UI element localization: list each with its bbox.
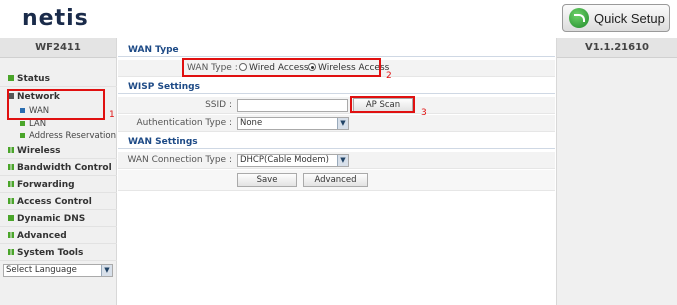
wan-connection-row: WAN Connection Type : DHCP(Cable Modem) … [118,152,555,169]
action-row: Save Advanced [118,170,555,191]
ssid-input[interactable] [237,99,348,112]
lan-icon [20,121,25,126]
sidebar-item-forwarding[interactable]: Forwarding [0,177,117,193]
language-select[interactable]: Select Language ▼ [3,264,113,277]
system-tools-icon [8,249,14,255]
dynamic-dns-icon [8,215,14,221]
sidebar-item-status[interactable]: Status [0,71,117,87]
wan-connection-select[interactable]: DHCP(Cable Modem) ▼ [237,154,349,167]
sidebar-item-lan[interactable]: LAN [20,119,46,130]
header: netis Quick Setup [0,0,677,38]
sidebar-item-advanced[interactable]: Advanced [0,228,117,244]
forwarding-icon [8,181,14,187]
sidebar: WF2411 Status Network WAN LAN Address Re… [0,38,117,305]
advanced-button[interactable]: Advanced [303,173,368,187]
annotation-1: 1 [109,110,115,120]
annotation-2: 2 [386,71,392,81]
quick-setup-icon [569,8,589,28]
sidebar-item-bandwidth-control[interactable]: Bandwidth Control [0,160,117,176]
quick-setup-button[interactable]: Quick Setup [562,4,670,32]
wisp-settings-title: WISP Settings [118,81,555,94]
wan-settings-title: WAN Settings [118,136,555,149]
access-control-icon [8,198,14,204]
sidebar-item-dynamic-dns[interactable]: Dynamic DNS [0,211,117,227]
auth-type-label: Authentication Type : [136,118,233,128]
auth-type-row: Authentication Type : None ▼ [118,115,555,132]
netis-logo: netis [22,6,89,31]
bandwidth-icon [8,164,14,170]
quick-setup-label: Quick Setup [594,10,665,26]
chevron-down-icon: ▼ [337,155,348,166]
wan-type-title: WAN Type [118,44,555,57]
highlight-box-wan-type [182,58,381,77]
sidebar-item-access-control[interactable]: Access Control [0,194,117,210]
firmware-version: V1.1.21610 [557,38,677,58]
wireless-icon [8,147,14,153]
chevron-down-icon: ▼ [337,118,348,129]
annotation-3: 3 [421,108,427,118]
wan-connection-label: WAN Connection Type : [127,155,232,165]
address-reservation-icon [20,133,25,138]
highlight-box-ap-scan [350,96,415,113]
sidebar-item-wireless[interactable]: Wireless [0,143,117,159]
sidebar-item-system-tools[interactable]: System Tools [0,245,117,261]
chevron-down-icon: ▼ [101,265,112,276]
auth-type-select[interactable]: None ▼ [237,117,349,130]
ssid-row: SSID : AP Scan [118,97,555,114]
save-button[interactable]: Save [237,173,297,187]
status-icon [8,75,14,81]
ssid-label: SSID : [205,100,232,110]
right-panel: V1.1.21610 [556,38,677,305]
main-content: WAN Type WAN Type : Wired Access Wireles… [118,38,555,305]
advanced-icon [8,232,14,238]
model-name: WF2411 [0,38,116,58]
highlight-box-network [7,89,105,120]
sidebar-item-address-reservation[interactable]: Address Reservation [20,131,116,142]
